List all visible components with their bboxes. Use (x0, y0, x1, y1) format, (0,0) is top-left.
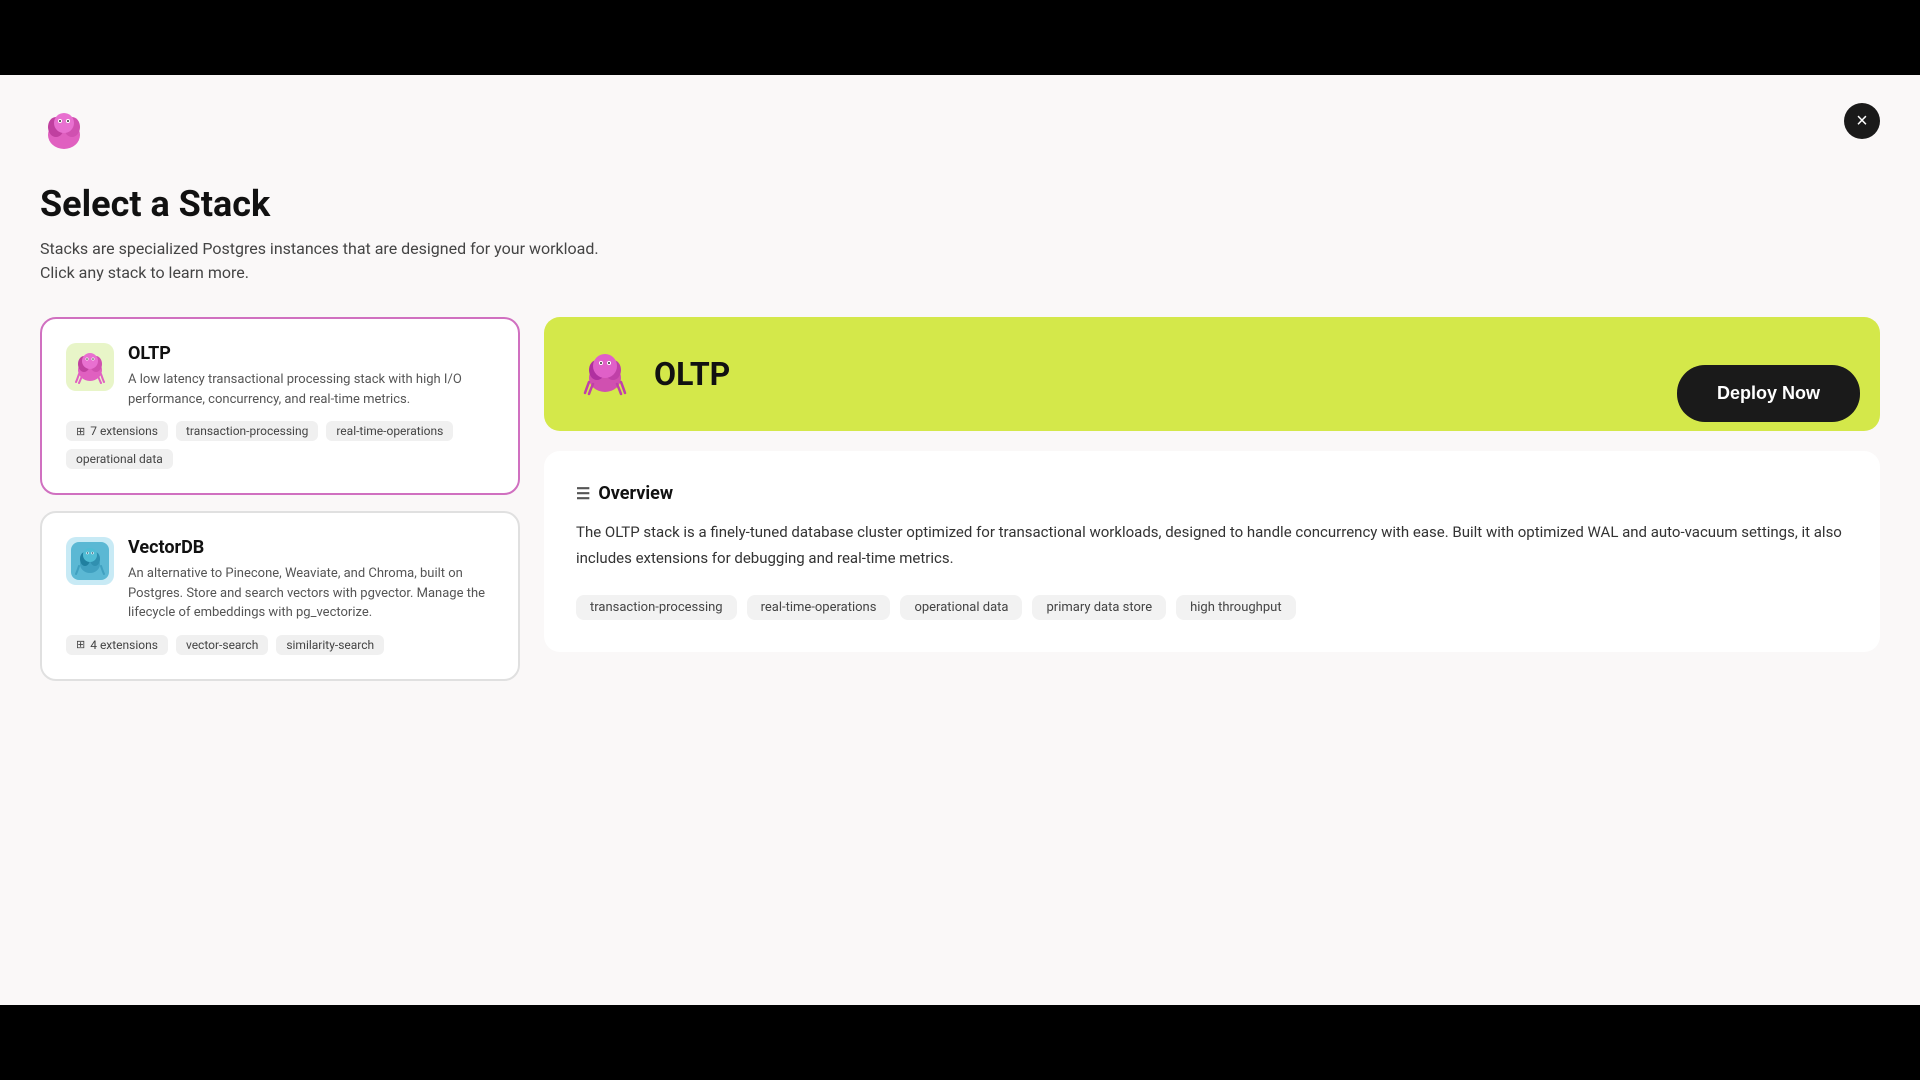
oltp-tag-1: transaction-processing (176, 421, 318, 441)
vectordb-text-block: VectorDB An alternative to Pinecone, Wea… (128, 537, 494, 623)
detail-description: The OLTP stack is a finely-tuned databas… (576, 520, 1848, 571)
oltp-desc: A low latency transactional processing s… (128, 370, 494, 409)
detail-header-icon (576, 345, 634, 403)
page-title: Select a Stack (40, 183, 1880, 225)
vectordb-tags: ⊞ 4 extensions vector-search similarity-… (66, 635, 494, 655)
extension-icon-2: ⊞ (76, 638, 85, 651)
detail-header-banner: OLTP (544, 317, 1880, 431)
oltp-tag-2: real-time-operations (326, 421, 453, 441)
detail-panel: OLTP ☰ Overview The OLTP stack is a fine… (544, 317, 1880, 681)
stack-list: OLTP A low latency transactional process… (40, 317, 520, 681)
stack-card-header-vectordb: VectorDB An alternative to Pinecone, Wea… (66, 537, 494, 623)
extension-icon: ⊞ (76, 425, 85, 438)
oltp-name: OLTP (128, 343, 494, 364)
oltp-tag-extensions: ⊞ 7 extensions (66, 421, 168, 441)
app-logo (40, 107, 88, 155)
detail-header-title: OLTP (654, 355, 730, 393)
stack-card-vectordb[interactable]: VectorDB An alternative to Pinecone, Wea… (40, 511, 520, 681)
detail-tag-3: primary data store (1032, 595, 1166, 620)
detail-tag-1: real-time-operations (747, 595, 891, 620)
detail-tag-4: high throughput (1176, 595, 1295, 620)
detail-tag-0: transaction-processing (576, 595, 737, 620)
page-subtitle: Stacks are specialized Postgres instance… (40, 237, 620, 285)
vectordb-tag-2: similarity-search (276, 635, 384, 655)
overview-section-icon: ☰ (576, 484, 590, 503)
vectordb-name: VectorDB (128, 537, 494, 558)
detail-tag-2: operational data (900, 595, 1022, 620)
stack-card-oltp[interactable]: OLTP A low latency transactional process… (40, 317, 520, 495)
detail-tags: transaction-processing real-time-operati… (576, 595, 1848, 620)
vectordb-tag-extensions: ⊞ 4 extensions (66, 635, 168, 655)
oltp-tags: ⊞ 7 extensions transaction-processing re… (66, 421, 494, 469)
vectordb-desc: An alternative to Pinecone, Weaviate, an… (128, 564, 494, 623)
stack-card-header-oltp: OLTP A low latency transactional process… (66, 343, 494, 409)
content-area: OLTP A low latency transactional process… (40, 317, 1880, 681)
vectordb-icon (66, 537, 114, 585)
detail-body: ☰ Overview The OLTP stack is a finely-tu… (544, 451, 1880, 652)
oltp-tag-3: operational data (66, 449, 173, 469)
deploy-now-button[interactable]: Deploy Now (1677, 365, 1860, 422)
vectordb-tag-1: vector-search (176, 635, 268, 655)
close-button[interactable]: × (1844, 103, 1880, 139)
detail-overview-title: ☰ Overview (576, 483, 1848, 504)
oltp-icon (66, 343, 114, 391)
oltp-text-block: OLTP A low latency transactional process… (128, 343, 494, 409)
